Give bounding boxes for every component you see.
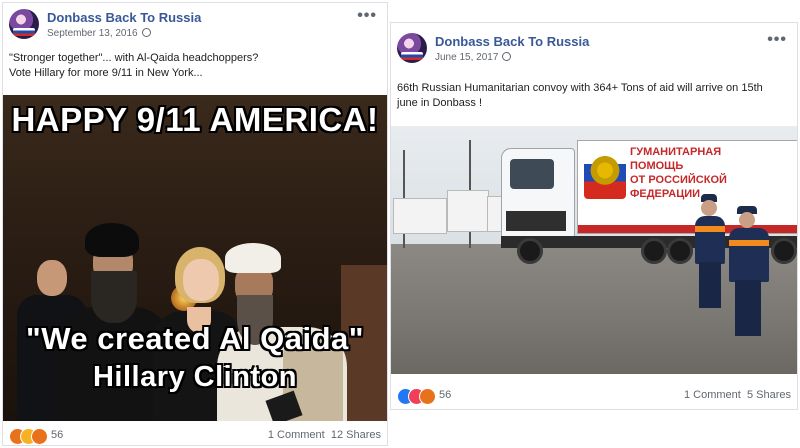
- post-text: 66th Russian Humanitarian convoy with 36…: [397, 81, 763, 111]
- truck-wheel: [667, 238, 693, 264]
- convoy-truck-distant: [447, 190, 489, 232]
- banner-line: ГУМАНИТАРНАЯ: [630, 146, 722, 158]
- banner-line: ОТ РОССИЙСКОЙ: [630, 174, 727, 186]
- flag-icon: [401, 52, 423, 60]
- comments-count-link[interactable]: 1 Comment: [684, 389, 741, 401]
- figure-woman-face: [183, 259, 219, 301]
- post-date-text[interactable]: June 15, 2017: [435, 52, 498, 63]
- post-footer: 56 1 Comment 5 Shares: [397, 387, 791, 405]
- worker-jacket: [729, 228, 769, 282]
- post-text-line: Vote Hillary for more 9/11 in New York..…: [9, 67, 203, 79]
- page-avatar[interactable]: [9, 9, 39, 39]
- worker-legs: [699, 262, 721, 308]
- image-caption-top: HAPPY 9/11 AMERICA!: [11, 101, 379, 138]
- post-text-line: 66th Russian Humanitarian convoy with 36…: [397, 82, 763, 94]
- truck-wheel: [771, 238, 797, 264]
- post-header: Donbass Back To Russia September 13, 201…: [9, 7, 381, 43]
- globe-icon: [141, 28, 151, 37]
- worker-stripe: [729, 240, 769, 246]
- truck-cab: [501, 148, 575, 244]
- page-name-link[interactable]: Donbass Back To Russia: [47, 10, 201, 25]
- post-text: "Stronger together"... with Al-Qaida hea…: [9, 51, 258, 81]
- post-text-line: june in Donbass !: [397, 97, 482, 109]
- post-header: Donbass Back To Russia June 15, 2017 •••: [397, 31, 791, 67]
- page-name-link[interactable]: Donbass Back To Russia: [435, 34, 589, 49]
- reaction-count[interactable]: 56: [439, 389, 451, 401]
- worker-head: [701, 200, 717, 216]
- worker-stripe: [695, 226, 725, 232]
- aid-banner: ГУМАНИТАРНАЯ ПОМОЩЬ ОТ РОССИЙСКОЙ ФЕДЕРА…: [582, 145, 727, 213]
- truck-wheel: [517, 238, 543, 264]
- image-caption-quote: "We created Al Qaida": [26, 321, 364, 356]
- engagement-stats: 1 Comment 12 Shares: [268, 429, 381, 441]
- reaction-count[interactable]: 56: [51, 429, 63, 441]
- angry-icon: [419, 388, 436, 405]
- globe-icon: [502, 52, 512, 61]
- post-text-line: "Stronger together"... with Al-Qaida hea…: [9, 52, 259, 64]
- more-options-icon[interactable]: •••: [767, 31, 787, 49]
- figure-bearded-man-beard: [91, 271, 137, 323]
- convoy-truck-distant: [393, 198, 447, 234]
- angry-icon: [31, 428, 48, 445]
- truck-wheel: [641, 238, 667, 264]
- post-date-text[interactable]: September 13, 2016: [47, 28, 138, 39]
- post-date[interactable]: June 15, 2017: [435, 52, 512, 63]
- banner-line: ПОМОЩЬ: [630, 160, 684, 172]
- truck-grille: [506, 211, 566, 231]
- worker-head: [739, 212, 755, 228]
- truck-trailer: ГУМАНИТАРНАЯ ПОМОЩЬ ОТ РОССИЙСКОЙ ФЕДЕРА…: [577, 140, 797, 234]
- shares-count-link[interactable]: 12 Shares: [331, 429, 381, 441]
- post-date[interactable]: September 13, 2016: [47, 28, 151, 39]
- shares-count-link[interactable]: 5 Shares: [747, 389, 791, 401]
- engagement-stats: 1 Comment 5 Shares: [684, 389, 791, 401]
- flag-icon: [13, 28, 35, 36]
- truck-windshield: [510, 159, 554, 189]
- image-caption-attribution: Hillary Clinton: [92, 361, 298, 393]
- worker-legs: [735, 280, 761, 336]
- figure-bearded-man-turban: [85, 223, 139, 257]
- figure-man-cap: [225, 243, 281, 273]
- facebook-post-2: Donbass Back To Russia June 15, 2017 •••…: [390, 22, 798, 410]
- post-image[interactable]: ГУМАНИТАРНАЯ ПОМОЩЬ ОТ РОССИЙСКОЙ ФЕДЕРА…: [391, 126, 797, 374]
- post-image[interactable]: HAPPY 9/11 AMERICA! "We created Al Qaida…: [3, 95, 387, 421]
- worker-jacket: [695, 216, 725, 264]
- figure-left-head: [37, 260, 67, 296]
- post-footer: 56 1 Comment 12 Shares: [9, 427, 381, 445]
- comments-count-link[interactable]: 1 Comment: [268, 429, 325, 441]
- russian-coat-of-arms-icon: [584, 147, 626, 199]
- facebook-post-1: Donbass Back To Russia September 13, 201…: [2, 2, 388, 446]
- more-options-icon[interactable]: •••: [357, 7, 377, 25]
- page-avatar[interactable]: [397, 33, 427, 63]
- banner-text: ГУМАНИТАРНАЯ ПОМОЩЬ ОТ РОССИЙСКОЙ ФЕДЕРА…: [630, 145, 727, 201]
